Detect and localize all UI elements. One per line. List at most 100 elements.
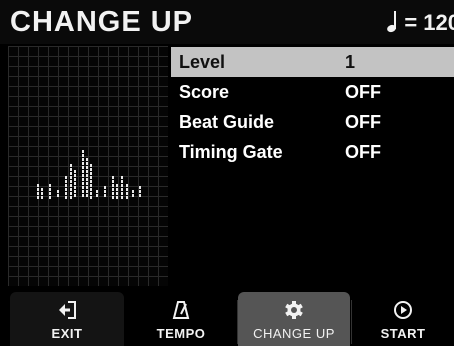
quarter-note-icon	[384, 11, 400, 34]
metronome-icon	[172, 301, 190, 319]
rhythm-tick	[74, 174, 76, 177]
rhythm-tick	[90, 192, 92, 195]
exit-label: EXIT	[51, 326, 83, 341]
setting-row-beat-guide[interactable]: Beat Guide OFF	[171, 107, 454, 137]
start-button[interactable]: START	[352, 292, 454, 346]
rhythm-tick	[86, 174, 88, 177]
rhythm-tick	[82, 162, 84, 165]
change-up-button[interactable]: CHANGE UP	[238, 292, 350, 346]
rhythm-tick	[57, 194, 59, 197]
rhythm-tick	[70, 192, 72, 195]
rhythm-tick	[90, 172, 92, 175]
rhythm-tick	[104, 190, 106, 193]
rhythm-tick	[121, 192, 123, 195]
rhythm-tick	[132, 194, 134, 197]
page-title: CHANGE UP	[10, 6, 194, 38]
rhythm-tick	[49, 184, 51, 187]
setting-value: OFF	[345, 82, 381, 102]
start-label: START	[380, 326, 426, 341]
rhythm-tick	[86, 162, 88, 165]
rhythm-tick	[132, 190, 134, 193]
rhythm-tick	[65, 192, 67, 195]
rhythm-tick	[74, 178, 76, 181]
setting-row-score[interactable]: Score OFF	[171, 77, 454, 107]
rhythm-tick	[65, 196, 67, 199]
rhythm-tick	[41, 196, 43, 199]
rhythm-tick	[74, 182, 76, 185]
rhythm-tick	[74, 190, 76, 193]
rhythm-tick	[121, 188, 123, 191]
rhythm-tick	[112, 180, 114, 183]
rhythm-tick	[82, 174, 84, 177]
rhythm-tick	[90, 188, 92, 191]
rhythm-tick	[112, 196, 114, 199]
rhythm-tick	[116, 196, 118, 199]
rhythm-tick	[104, 194, 106, 197]
rhythm-tick	[70, 172, 72, 175]
rhythm-tick	[116, 192, 118, 195]
rhythm-tick	[104, 186, 106, 189]
setting-row-level[interactable]: Level 1	[171, 47, 454, 77]
rhythm-tick	[70, 176, 72, 179]
rhythm-tick	[86, 182, 88, 185]
rhythm-grid	[8, 46, 168, 286]
rhythm-tick	[126, 188, 128, 191]
tempo-button[interactable]: TEMPO	[126, 292, 236, 346]
setting-label: Timing Gate	[179, 142, 283, 162]
rhythm-tick	[86, 166, 88, 169]
rhythm-tick	[74, 194, 76, 197]
rhythm-tick	[70, 188, 72, 191]
rhythm-tick	[49, 188, 51, 191]
rhythm-tick	[90, 180, 92, 183]
rhythm-tick	[126, 192, 128, 195]
rhythm-tick	[82, 154, 84, 157]
rhythm-tick	[86, 158, 88, 161]
rhythm-tick	[37, 184, 39, 187]
exit-button[interactable]: EXIT	[10, 292, 124, 346]
rhythm-tick	[82, 166, 84, 169]
rhythm-tick	[116, 184, 118, 187]
rhythm-tick	[49, 196, 51, 199]
rhythm-tick	[82, 186, 84, 189]
rhythm-tick	[90, 184, 92, 187]
tempo-label: TEMPO	[156, 326, 206, 341]
rhythm-tick	[86, 194, 88, 197]
rhythm-tick	[65, 176, 67, 179]
exit-icon	[59, 301, 76, 319]
rhythm-tick	[82, 194, 84, 197]
rhythm-tick	[82, 150, 84, 153]
rhythm-tick	[112, 192, 114, 195]
rhythm-tick	[86, 190, 88, 193]
rhythm-tick	[82, 182, 84, 185]
setting-label: Level	[179, 52, 226, 72]
setting-label: Score	[179, 82, 230, 102]
setting-label: Beat Guide	[179, 112, 275, 132]
rhythm-tick	[90, 176, 92, 179]
rhythm-tick	[121, 176, 123, 179]
rhythm-tick	[37, 188, 39, 191]
rhythm-bars-graphic	[37, 150, 141, 199]
rhythm-tick	[86, 178, 88, 181]
rhythm-tick	[126, 184, 128, 187]
rhythm-tick	[70, 184, 72, 187]
rhythm-tick	[139, 190, 141, 193]
settings-list: Level 1 Score OFF Beat Guide OFF Timing …	[171, 47, 454, 167]
rhythm-tick	[112, 184, 114, 187]
divider	[351, 300, 352, 344]
rhythm-tick	[70, 164, 72, 167]
header-bar: CHANGE UP = 120	[0, 0, 454, 44]
rhythm-tick	[74, 170, 76, 173]
rhythm-tick	[112, 176, 114, 179]
rhythm-tick	[116, 188, 118, 191]
rhythm-tick	[41, 188, 43, 191]
rhythm-tick	[49, 192, 51, 195]
rhythm-tick	[82, 190, 84, 193]
setting-value: OFF	[345, 142, 381, 162]
rhythm-tick	[126, 196, 128, 199]
setting-row-timing-gate[interactable]: Timing Gate OFF	[171, 137, 454, 167]
rhythm-tick	[65, 184, 67, 187]
rhythm-tick	[121, 184, 123, 187]
rhythm-tick	[82, 178, 84, 181]
change-up-label: CHANGE UP	[253, 326, 335, 341]
rhythm-tick	[70, 168, 72, 171]
